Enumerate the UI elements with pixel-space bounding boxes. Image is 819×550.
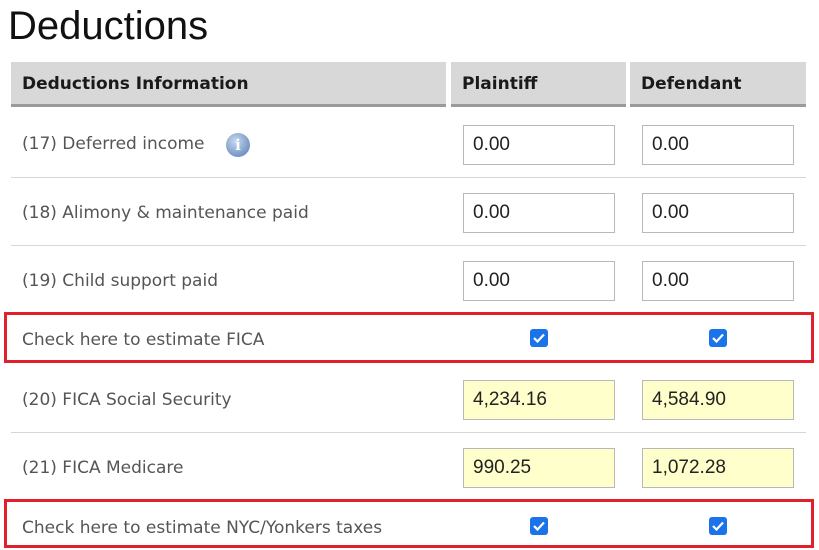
estimate-nyc-yonkers-plaintiff-checkbox[interactable] xyxy=(530,517,548,535)
estimate-fica-defendant-checkbox[interactable] xyxy=(709,329,727,347)
row-label-estimate-nyc-yonkers: Check here to estimate NYC/Yonkers taxes xyxy=(22,518,383,538)
row-label-deferred-income: (17) Deferred income xyxy=(22,134,205,154)
row-divider xyxy=(11,432,806,433)
deferred-income-defendant-input[interactable] xyxy=(642,125,794,165)
fica-social-security-defendant-input[interactable] xyxy=(642,380,794,420)
fica-medicare-plaintiff-input[interactable] xyxy=(463,448,615,488)
row-label-fica-medicare: (21) FICA Medicare xyxy=(22,458,184,478)
header-deductions-information: Deductions Information xyxy=(11,62,446,107)
checkmark-icon xyxy=(712,521,724,531)
header-label: Deductions Information xyxy=(22,74,249,94)
info-glyph: i xyxy=(235,136,241,154)
header-label: Plaintiff xyxy=(462,74,538,94)
header-plaintiff: Plaintiff xyxy=(451,62,626,107)
row-label-fica-social-security: (20) FICA Social Security xyxy=(22,390,232,410)
fica-social-security-plaintiff-input[interactable] xyxy=(463,380,615,420)
row-label-alimony-maintenance: (18) Alimony & maintenance paid xyxy=(22,203,309,223)
checkmark-icon xyxy=(533,333,545,343)
header-label: Defendant xyxy=(641,74,742,94)
estimate-nyc-yonkers-defendant-checkbox[interactable] xyxy=(709,517,727,535)
estimate-fica-plaintiff-checkbox[interactable] xyxy=(530,329,548,347)
fica-medicare-defendant-input[interactable] xyxy=(642,448,794,488)
alimony-plaintiff-input[interactable] xyxy=(463,193,615,233)
deferred-income-plaintiff-input[interactable] xyxy=(463,125,615,165)
info-icon[interactable]: i xyxy=(226,133,250,157)
row-divider xyxy=(11,245,806,246)
header-defendant: Defendant xyxy=(630,62,806,107)
page-title: Deductions xyxy=(8,4,209,48)
alimony-defendant-input[interactable] xyxy=(642,193,794,233)
row-label-child-support: (19) Child support paid xyxy=(22,271,218,291)
row-label-estimate-fica: Check here to estimate FICA xyxy=(22,330,265,350)
checkmark-icon xyxy=(712,333,724,343)
row-divider xyxy=(11,177,806,178)
child-support-defendant-input[interactable] xyxy=(642,261,794,301)
child-support-plaintiff-input[interactable] xyxy=(463,261,615,301)
checkmark-icon xyxy=(533,521,545,531)
